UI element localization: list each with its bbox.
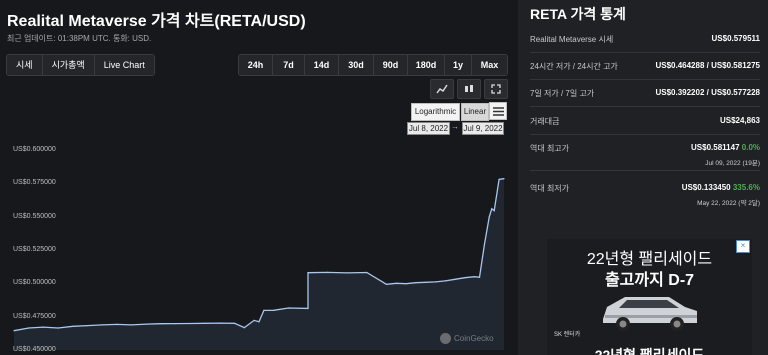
y-tick-label: US$0.500000 xyxy=(13,279,56,287)
price-data-point xyxy=(160,323,162,325)
price-data-point xyxy=(233,322,236,324)
stats-title: RETA 가격 통계 xyxy=(530,6,626,22)
price-data-point xyxy=(444,280,446,282)
y-tick-label: US$0.575000 xyxy=(13,179,56,187)
stat-row-volume: 거래대금 US$24,863 xyxy=(530,116,760,135)
price-data-point xyxy=(474,276,476,278)
price-data-point xyxy=(131,324,133,326)
y-tick-label: US$0.600000 xyxy=(13,146,56,153)
stat-label: Realital Metaverse 시세 xyxy=(530,35,614,44)
price-data-point xyxy=(405,283,407,285)
price-data-point xyxy=(86,325,89,327)
price-data-point xyxy=(189,322,191,325)
price-data-point xyxy=(395,282,397,284)
chart-panel: Realital Metaverse 가격 차트(RETA/USD) 최근 업데… xyxy=(0,0,518,355)
price-data-point xyxy=(498,178,500,180)
price-data-point xyxy=(488,216,490,218)
price-data-point xyxy=(72,325,74,327)
price-data-point xyxy=(243,327,245,329)
price-data-point xyxy=(273,309,275,311)
price-data-point xyxy=(434,281,436,283)
price-data-point xyxy=(478,276,481,278)
stat-value: US$0.133450 335.6% xyxy=(682,183,760,192)
price-chart[interactable] xyxy=(0,0,518,355)
watermark-text: CoinGecko xyxy=(454,334,494,343)
stat-row-ath: 역대 최고가 US$0.581147 0.0% Jul 09, 2022 (19… xyxy=(530,143,760,171)
price-data-point xyxy=(28,327,30,329)
price-data-point xyxy=(346,272,348,274)
ath-value: US$0.581147 xyxy=(691,143,740,152)
price-data-point xyxy=(464,277,466,279)
price-data-point xyxy=(204,322,206,324)
price-data-point xyxy=(57,327,59,329)
price-data-point xyxy=(483,244,485,246)
ad-brand-logo: SK 렌터카 xyxy=(554,332,581,338)
stat-label: 거래대금 xyxy=(530,117,560,126)
stat-value: US$0.464288 / US$0.581275 xyxy=(655,61,760,70)
price-data-point xyxy=(366,271,368,274)
atl-date: May 22, 2022 (약 2달) xyxy=(697,200,760,207)
stat-label: 24시간 저가 / 24시간 고가 xyxy=(530,62,618,71)
ath-date: Jul 09, 2022 (19분) xyxy=(705,160,760,167)
price-data-point xyxy=(425,281,427,283)
price-data-point xyxy=(415,282,417,284)
price-data-point xyxy=(327,271,329,273)
stat-value: US$0.579511 xyxy=(711,34,761,43)
y-tick-label: US$0.550000 xyxy=(13,212,56,220)
price-data-point xyxy=(307,272,309,274)
stat-row-24h-range: 24시간 저가 / 24시간 고가 US$0.464288 / US$0.581… xyxy=(530,61,760,80)
stat-label: 7일 저가 / 7일 고가 xyxy=(530,89,595,98)
coingecko-logo-icon xyxy=(440,333,451,344)
ath-percent: 0.0% xyxy=(741,143,760,152)
stat-value: US$0.581147 0.0% xyxy=(691,143,760,152)
price-data-point xyxy=(491,208,493,210)
coingecko-watermark: CoinGecko xyxy=(440,333,494,344)
y-tick-label: US$0.525000 xyxy=(13,246,56,253)
price-data-point xyxy=(307,307,309,309)
price-data-point xyxy=(263,309,265,311)
price-area-fill xyxy=(14,178,504,350)
y-tick-label: US$0.450000 xyxy=(13,346,56,353)
stat-label: 역대 최고가 xyxy=(530,144,570,153)
stat-label: 역대 최저가 xyxy=(530,184,570,193)
ad-tagline: 출고까지 D-7 xyxy=(604,272,695,289)
atl-value: US$0.133450 xyxy=(681,183,731,192)
price-data-point xyxy=(385,283,387,285)
ad-footer-text: 22년형 팰리세이드 xyxy=(594,347,705,355)
price-data-point xyxy=(253,319,255,321)
stat-row-atl: 역대 최저가 US$0.133450 335.6% May 22, 2022 (… xyxy=(530,183,760,211)
stat-row-7d-range: 7일 저가 / 7일 고가 US$0.392202 / US$0.577228 xyxy=(530,88,760,107)
suv-car-image xyxy=(603,297,697,331)
price-data-point xyxy=(493,210,495,212)
price-data-point xyxy=(454,278,456,280)
stat-row-price: Realital Metaverse 시세 US$0.579511 xyxy=(530,34,760,53)
stat-value: US$0.392202 / US$0.577228 xyxy=(655,88,760,97)
price-data-point xyxy=(219,322,221,324)
price-data-point xyxy=(145,323,147,325)
price-data-point xyxy=(13,330,15,332)
price-data-point xyxy=(175,323,177,325)
price-data-point xyxy=(42,326,45,328)
stat-value: US$24,863 xyxy=(719,116,760,125)
price-data-point xyxy=(258,321,260,323)
price-data-point xyxy=(503,178,505,180)
y-tick-label: US$0.475000 xyxy=(13,312,56,320)
advertisement-banner[interactable]: × 22년형 팰리세이드 출고까지 D-7 SK 렌터카 22년형 팰리세이드 xyxy=(547,239,752,355)
price-data-point xyxy=(287,307,289,309)
price-data-point xyxy=(101,324,103,326)
atl-percent: 335.6% xyxy=(732,183,760,192)
price-data-point xyxy=(116,323,118,325)
